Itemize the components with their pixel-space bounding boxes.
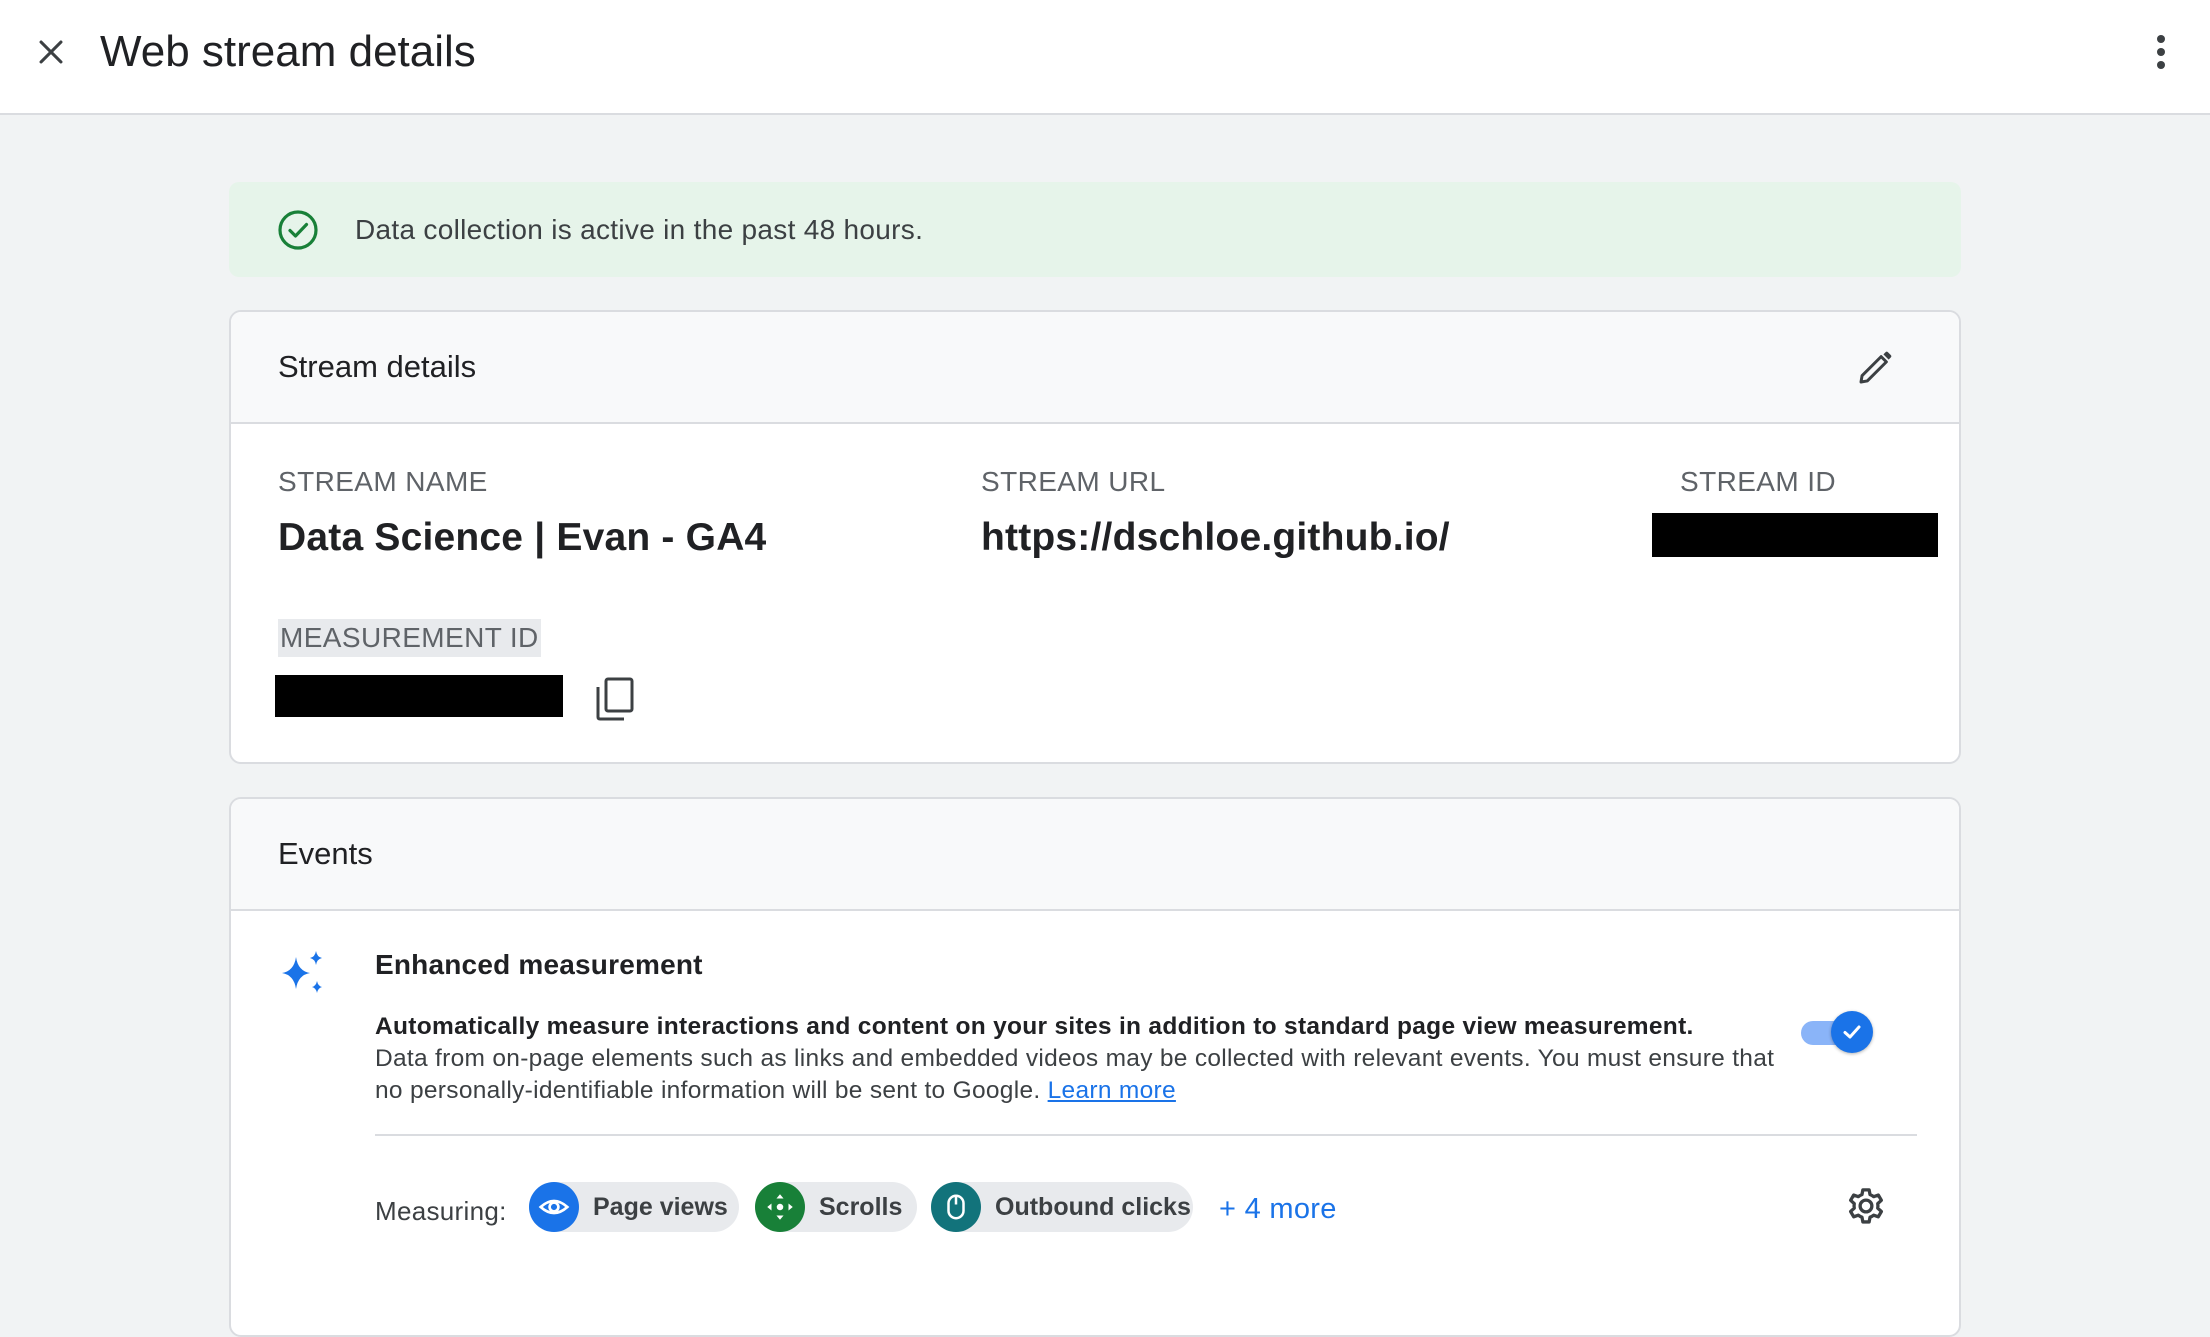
stream-url-label: STREAM URL	[981, 466, 1166, 497]
stream-details-heading: Stream details	[278, 349, 477, 384]
more-vert-icon	[2157, 35, 2165, 69]
scroll-arrows-icon	[755, 1182, 805, 1232]
enhanced-measurement-description: Automatically measure interactions and c…	[375, 1011, 1775, 1107]
stream-url-value: https://dschloe.github.io/	[981, 516, 1450, 559]
chip-label: Scrolls	[819, 1193, 903, 1221]
chip-outbound-clicks[interactable]: Outbound clicks	[931, 1182, 1193, 1232]
enhanced-measurement-toggle[interactable]	[1801, 1011, 1875, 1053]
chip-label: Page views	[593, 1193, 728, 1221]
top-app-bar: Web stream details	[0, 0, 2210, 115]
chip-scrolls[interactable]: Scrolls	[755, 1182, 917, 1232]
stream-name-value: Data Science | Evan - GA4	[278, 516, 767, 559]
stream-details-header: Stream details	[231, 312, 1959, 424]
close-icon	[39, 40, 63, 64]
learn-more-link[interactable]: Learn more	[1048, 1077, 1176, 1104]
stream-id-redacted	[1652, 513, 1938, 557]
more-options-button[interactable]	[2134, 25, 2188, 79]
close-button[interactable]	[24, 25, 78, 79]
toggle-knob	[1831, 1011, 1873, 1053]
status-text: Data collection is active in the past 48…	[355, 214, 924, 245]
gear-icon	[1848, 1188, 1884, 1224]
enhanced-measurement-section: Enhanced measurement Automatically measu…	[231, 911, 1959, 1291]
events-header: Events	[231, 799, 1959, 911]
sparkle-icon	[282, 951, 322, 993]
description-strong: Automatically measure interactions and c…	[375, 1013, 1694, 1040]
copy-icon	[596, 677, 634, 721]
measurement-id-label: MEASUREMENT ID	[278, 619, 541, 657]
stream-details-card: Stream details STREAM NAME Data Science …	[229, 310, 1961, 764]
pencil-icon	[1859, 351, 1892, 384]
events-card: Events Enhanced measurement Automaticall…	[229, 797, 1961, 1337]
status-banner: Data collection is active in the past 48…	[229, 182, 1961, 277]
stream-name-label: STREAM NAME	[278, 466, 488, 497]
chip-label: Outbound clicks	[995, 1193, 1191, 1221]
enhanced-measurement-title: Enhanced measurement	[375, 949, 703, 980]
stream-id-label: STREAM ID	[1680, 466, 1837, 497]
divider	[375, 1134, 1917, 1136]
measuring-label: Measuring:	[375, 1196, 507, 1226]
page-title: Web stream details	[100, 27, 476, 76]
events-heading: Events	[278, 836, 373, 871]
measurement-id-redacted	[275, 675, 563, 717]
copy-measurement-id-button[interactable]	[590, 672, 640, 726]
eye-icon	[529, 1182, 579, 1232]
chip-page-views[interactable]: Page views	[529, 1182, 739, 1232]
more-events-link[interactable]: + 4 more	[1219, 1190, 1337, 1228]
check-circle-icon	[278, 210, 318, 250]
edit-stream-button[interactable]	[1851, 344, 1899, 392]
mouse-icon	[931, 1182, 981, 1232]
check-icon	[1843, 1025, 1861, 1039]
enhanced-measurement-settings-button[interactable]	[1841, 1181, 1891, 1231]
